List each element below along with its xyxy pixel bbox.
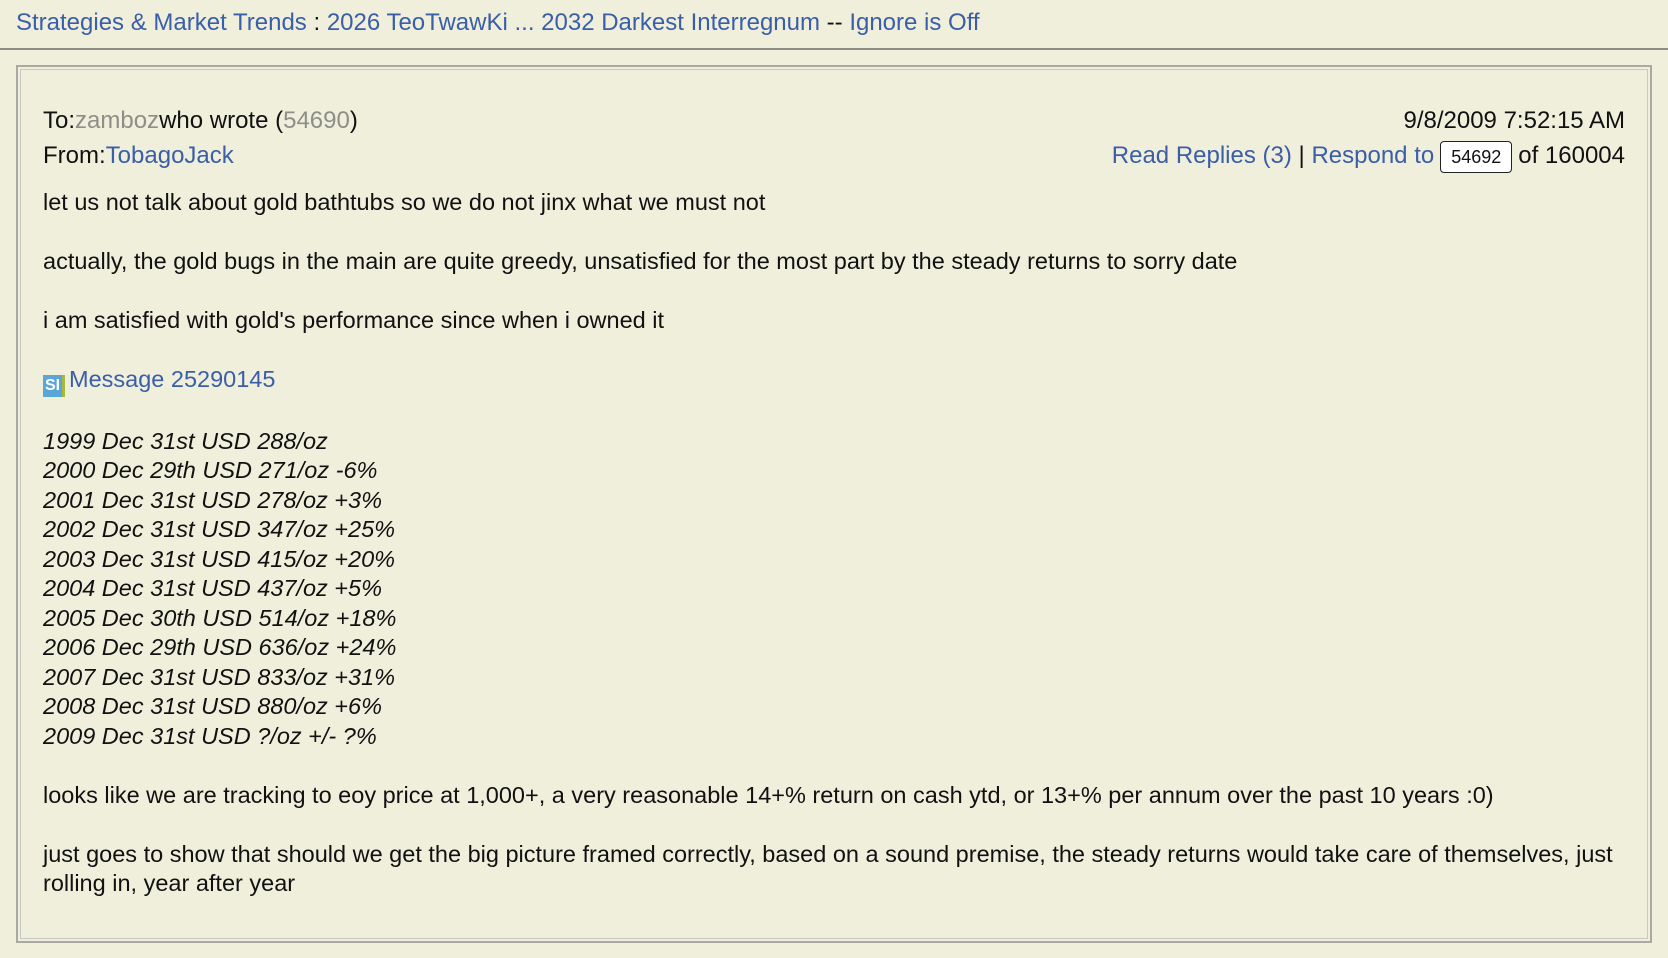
wrote-prefix: who wrote (	[159, 107, 284, 134]
timestamp: 9/8/2009 7:52:15 AM	[1403, 107, 1625, 134]
history-line: 1999 Dec 31st USD 288/oz	[43, 427, 328, 454]
message-panel: To:zambozwho wrote (54690) From:TobagoJa…	[16, 65, 1652, 943]
message-link-line: SI Message 25290145	[43, 365, 1633, 397]
message-paragraph: just goes to show that should we get the…	[43, 840, 1613, 897]
board-link[interactable]: Strategies & Market Trends	[16, 9, 307, 36]
from-line: From:TobagoJack	[43, 138, 358, 173]
ignore-toggle-link[interactable]: Ignore is Off	[849, 9, 979, 36]
breadcrumb-separator: --	[819, 9, 850, 36]
from-user-link[interactable]: TobagoJack	[106, 142, 234, 169]
history-line: 2009 Dec 31st USD ?/oz +/- ?%	[43, 722, 377, 749]
respond-to-link[interactable]: Respond to	[1311, 142, 1434, 169]
message-number-input[interactable]: 54692	[1440, 140, 1513, 173]
history-line: 2008 Dec 31st USD 880/oz +6%	[43, 693, 382, 719]
message-body: let us not talk about gold bathtubs so w…	[43, 188, 1633, 928]
message-paragraph: actually, the gold bugs in the main are …	[43, 248, 1238, 274]
message-header-right: 9/8/2009 7:52:15 AM Read Replies (3) | R…	[1112, 103, 1625, 173]
history-line: 2001 Dec 31st USD 278/oz +3%	[43, 486, 382, 513]
wrote-suffix: )	[349, 107, 358, 134]
history-line: 2007 Dec 31st USD 833/oz +31%	[43, 663, 396, 690]
pipe-separator: |	[1298, 142, 1305, 169]
to-line: To:zambozwho wrote (54690)	[43, 103, 358, 138]
message-panel-inner: To:zambozwho wrote (54690) From:TobagoJa…	[20, 69, 1648, 939]
breadcrumb-bar: Strategies & Market Trends : 2026 TeoTwa…	[0, 0, 1668, 50]
message-total: of 160004	[1518, 142, 1625, 169]
message-paragraph: looks like we are tracking to eoy price …	[43, 781, 1494, 808]
si-logo-icon: SI	[43, 375, 65, 397]
reply-controls: Read Replies (3) | Respond to 54692 of 160…	[1112, 138, 1625, 173]
wrote-message-link[interactable]: 54690	[283, 107, 350, 134]
thread-link[interactable]: 2026 TeoTwawKi ... 2032 Darkest Interreg…	[327, 9, 820, 36]
referenced-message-link[interactable]: Message 25290145	[69, 366, 275, 392]
message-header-left: To:zambozwho wrote (54690) From:TobagoJa…	[43, 103, 358, 173]
gold-price-history: 1999 Dec 31st USD 288/oz 2000 Dec 29th U…	[43, 427, 1633, 752]
history-line: 2004 Dec 31st USD 437/oz +5%	[43, 575, 382, 601]
breadcrumb-separator: :	[306, 9, 327, 36]
read-replies-link[interactable]: Read Replies (3)	[1112, 142, 1292, 169]
message-paragraph: let us not talk about gold bathtubs so w…	[43, 189, 766, 215]
history-line: 2003 Dec 31st USD 415/oz +20%	[43, 545, 396, 572]
to-label: To:	[43, 107, 76, 134]
history-line: 2006 Dec 29th USD 636/oz +24%	[43, 634, 397, 660]
history-line: 2000 Dec 29th USD 271/oz -6%	[43, 457, 378, 483]
history-line: 2005 Dec 30th USD 514/oz +18%	[43, 604, 397, 631]
to-user-link[interactable]: zamboz	[75, 107, 159, 134]
message-paragraph: i am satisfied with gold's performance s…	[43, 307, 665, 333]
history-line: 2002 Dec 31st USD 347/oz +25%	[43, 516, 396, 542]
from-label: From:	[43, 142, 106, 169]
